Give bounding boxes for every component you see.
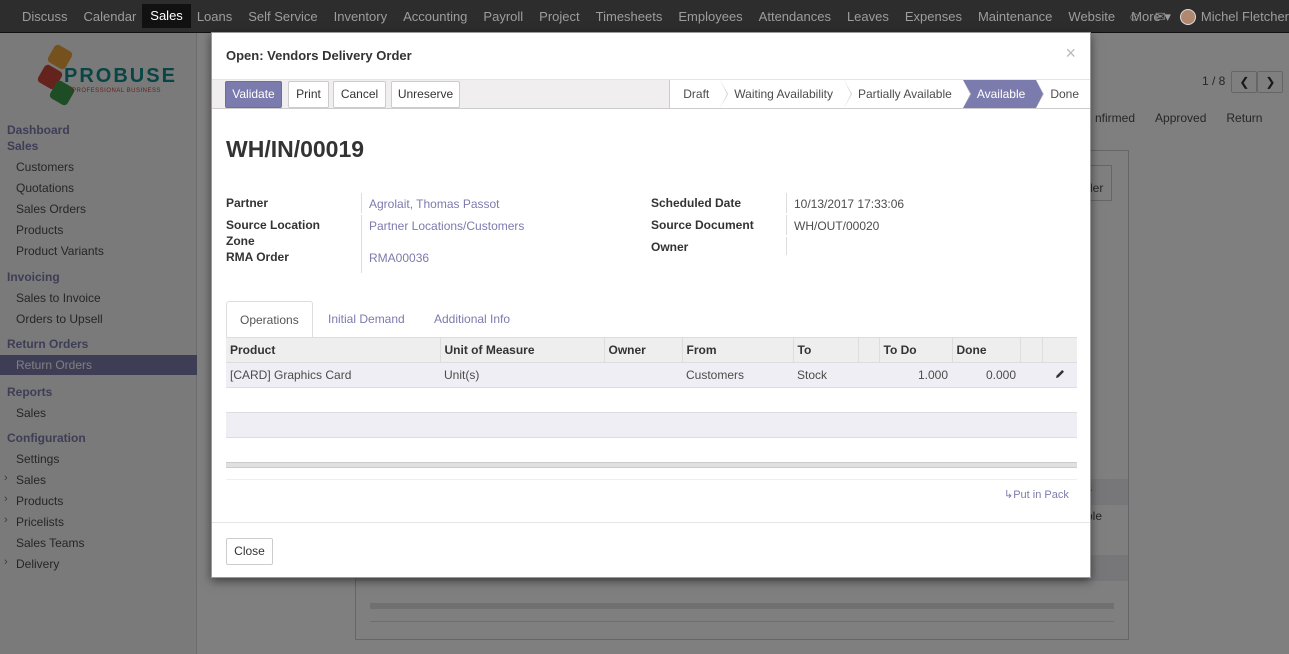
dialog-title: Open: Vendors Delivery Order [226, 48, 412, 63]
top-navbar: Discuss Calendar Sales Loans Self Servic… [0, 0, 1289, 33]
table-header-row: Product Unit of Measure Owner From To To… [226, 337, 1077, 363]
divider [212, 522, 1090, 523]
cell-from[interactable]: Customers [682, 362, 793, 388]
cell-to[interactable]: Stock [793, 362, 858, 388]
menu-website[interactable]: Website [1060, 0, 1123, 33]
menu-attendances[interactable]: Attendances [751, 0, 839, 33]
navbar-right: ☺ ✉ Michel Fletcher [1128, 0, 1289, 33]
cell-uom[interactable]: Unit(s) [440, 362, 604, 388]
dialog-vendors-delivery-order: Open: Vendors Delivery Order × Validate … [211, 32, 1091, 578]
menu-sales[interactable]: Sales [142, 4, 191, 28]
stage-done: Done [1036, 80, 1090, 108]
menu-project[interactable]: Project [531, 0, 587, 33]
menu-inventory[interactable]: Inventory [326, 0, 395, 33]
cell-blank [858, 362, 879, 388]
source-location-label: Source Location [226, 218, 321, 232]
activity-icon[interactable]: ☺ [1128, 9, 1141, 24]
user-menu[interactable]: Michel Fletcher [1201, 9, 1289, 24]
col-blank [858, 337, 880, 363]
divider [361, 215, 362, 251]
menu-self-service[interactable]: Self Service [240, 0, 325, 33]
col-unit-of-measure[interactable]: Unit of Measure [440, 337, 605, 363]
partner-label: Partner [226, 196, 269, 210]
col-to-do[interactable]: To Do [879, 337, 953, 363]
put-in-pack-button[interactable]: ↳Put in Pack [1004, 488, 1069, 501]
app-menu: Discuss Calendar Sales Loans Self Servic… [0, 0, 1179, 33]
list-empty-row [226, 412, 1077, 438]
col-product[interactable]: Product [226, 337, 441, 363]
print-button[interactable]: Print [288, 81, 329, 108]
divider [786, 193, 787, 213]
source-document-label: Source Document [651, 218, 754, 232]
cell-owner[interactable] [604, 362, 682, 388]
rma-order-label: RMA Order [226, 250, 289, 264]
divider [226, 479, 1077, 480]
notebook-tabs: Operations Initial Demand Additional Inf… [226, 301, 1077, 338]
table-row[interactable]: [CARD] Graphics Card Unit(s) Customers S… [226, 362, 1077, 388]
owner-label: Owner [651, 240, 689, 254]
menu-maintenance[interactable]: Maintenance [970, 0, 1060, 33]
col-to[interactable]: To [793, 337, 859, 363]
validate-button[interactable]: Validate [225, 81, 282, 108]
state-pipeline: Draft Waiting Availability Partially Ava… [669, 80, 1090, 108]
divider [786, 215, 787, 235]
menu-timesheets[interactable]: Timesheets [588, 0, 671, 33]
scheduled-date-value: 10/13/2017 17:33:06 [794, 197, 905, 211]
cell-product[interactable]: [CARD] Graphics Card [226, 362, 440, 388]
edit-cell[interactable] [1042, 362, 1077, 388]
form-statusbar: Validate Print Cancel Unreserve Draft Wa… [212, 80, 1090, 109]
tab-initial-demand[interactable]: Initial Demand [315, 301, 418, 338]
source-document-value: WH/OUT/00020 [794, 219, 880, 233]
avatar[interactable] [1179, 8, 1196, 25]
tab-operations[interactable]: Operations [226, 301, 313, 338]
stage-partially-available: Partially Available [843, 80, 971, 108]
menu-loans[interactable]: Loans [189, 0, 240, 33]
chat-icon[interactable]: ✉ [1155, 9, 1166, 25]
zone-label: Zone [226, 234, 255, 248]
menu-employees[interactable]: Employees [670, 0, 750, 33]
stage-waiting-availability: Waiting Availability [720, 80, 852, 108]
col-owner[interactable]: Owner [604, 337, 683, 363]
menu-calendar[interactable]: Calendar [76, 0, 145, 33]
divider [361, 249, 362, 273]
tab-additional-info[interactable]: Additional Info [421, 301, 523, 338]
menu-accounting[interactable]: Accounting [395, 0, 475, 33]
stage-draft: Draft [670, 80, 729, 108]
source-location-link[interactable]: Partner Locations/Customers [369, 219, 524, 233]
cell-to-do[interactable]: 1.000 [879, 362, 952, 388]
menu-discuss[interactable]: Discuss [14, 0, 76, 33]
col-done[interactable]: Done [952, 337, 1021, 363]
pencil-icon[interactable] [1054, 368, 1066, 380]
menu-leaves[interactable]: Leaves [839, 0, 897, 33]
close-icon[interactable]: × [1065, 43, 1076, 64]
col-blank [1020, 337, 1043, 363]
stage-available: Available [962, 80, 1045, 108]
partner-link[interactable]: Agrolait, Thomas Passot [369, 197, 500, 211]
col-from[interactable]: From [682, 337, 794, 363]
operations-table: Product Unit of Measure Owner From To To… [226, 337, 1077, 388]
scheduled-date-label: Scheduled Date [651, 196, 742, 210]
cell-blank [1020, 362, 1042, 388]
cancel-button[interactable]: Cancel [333, 81, 386, 108]
divider [786, 237, 787, 255]
rma-order-link[interactable]: RMA00036 [369, 251, 429, 265]
col-actions [1042, 337, 1077, 363]
close-button[interactable]: Close [226, 538, 273, 565]
unreserve-button[interactable]: Unreserve [391, 81, 460, 108]
menu-payroll[interactable]: Payroll [475, 0, 531, 33]
document-name: WH/IN/00019 [226, 136, 365, 162]
divider [361, 193, 362, 213]
list-footer-bar [226, 462, 1077, 468]
menu-expenses[interactable]: Expenses [897, 0, 970, 33]
cell-done[interactable]: 0.000 [952, 362, 1020, 388]
